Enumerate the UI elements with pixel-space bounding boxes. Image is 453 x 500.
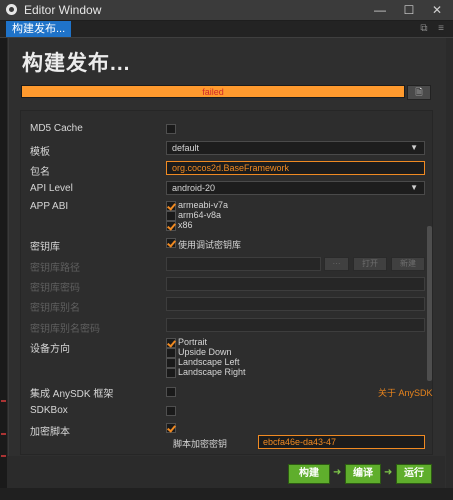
new-keystore-button[interactable]: 新建 <box>391 257 425 271</box>
browse-button[interactable]: ··· <box>324 257 349 271</box>
build-status-text: failed <box>202 87 224 97</box>
template-select[interactable]: default ▼ <box>166 141 425 155</box>
abi-x86-checkbox[interactable] <box>166 221 176 231</box>
orientation-portrait-label: Portrait <box>178 337 208 347</box>
keystore-path-input[interactable] <box>166 257 321 271</box>
orientation-portrait-checkbox[interactable] <box>166 338 176 348</box>
orientation-landscape-right-label: Landscape Right <box>178 367 246 377</box>
close-icon[interactable]: ✕ <box>429 2 445 18</box>
orientation-upside-down-label: Upside Down <box>178 347 232 357</box>
menu-icon[interactable]: ≡ <box>434 22 448 36</box>
encrypt-script-checkbox[interactable] <box>166 423 176 433</box>
api-level-label: API Level <box>30 183 73 194</box>
abi-armeabi-v7a-label: armeabi-v7a <box>178 200 229 210</box>
window-title: Editor Window <box>24 3 102 17</box>
build-progress-bar: failed <box>21 85 405 98</box>
script-key-label: 脚本加密密钥 <box>173 439 228 449</box>
orientation-label: 设备方向 <box>30 344 70 355</box>
abi-x86-label: x86 <box>178 220 193 230</box>
orientation-landscape-right-checkbox[interactable] <box>166 368 176 378</box>
api-level-select[interactable]: android-20 ▼ <box>166 181 425 195</box>
arrow-right-icon: ➜ <box>333 467 342 478</box>
keystore-alias-password-label: 密钥库别名密码 <box>30 324 100 335</box>
dropdown-arrow-icon: ▼ <box>410 143 418 152</box>
maximize-icon[interactable]: ☐ <box>401 2 417 18</box>
editor-edge <box>0 38 7 500</box>
arrow-right-icon: ➜ <box>384 467 393 478</box>
debug-keystore-checkbox[interactable] <box>166 238 176 248</box>
error-mark <box>1 400 6 402</box>
editor-bottom-strip <box>0 488 453 500</box>
template-value: default <box>172 143 200 153</box>
keystore-alias-label: 密钥库别名 <box>30 303 80 314</box>
folder-icon: 🗎 <box>415 87 423 97</box>
app-abi-label: APP ABI <box>30 201 69 212</box>
tab-build[interactable]: 构建发布... <box>6 21 72 37</box>
md5-cache-checkbox[interactable] <box>166 124 176 134</box>
abi-arm64-v8a-label: arm64-v8a <box>178 210 222 220</box>
dropdown-arrow-icon: ▼ <box>410 183 418 192</box>
keystore-alias-input[interactable] <box>166 297 425 311</box>
anysdk-label: 集成 AnySDK 框架 <box>30 389 114 400</box>
sdkbox-checkbox[interactable] <box>166 406 176 416</box>
orientation-landscape-left-checkbox[interactable] <box>166 358 176 368</box>
abi-armeabi-v7a-checkbox[interactable] <box>166 201 176 211</box>
script-key-input[interactable]: ebcfa46e-da43-47 <box>258 435 425 449</box>
keystore-alias-password-input[interactable] <box>166 318 425 332</box>
template-label: 模板 <box>30 147 50 158</box>
api-level-value: android-20 <box>172 183 216 193</box>
package-input[interactable]: org.cocos2d.BaseFramework <box>166 161 425 175</box>
keystore-path-label: 密钥库路径 <box>30 263 80 274</box>
about-anysdk-link[interactable]: 关于 AnySDK <box>378 386 433 399</box>
keystore-password-label: 密钥库密码 <box>30 283 80 294</box>
encrypt-script-label: 加密脚本 <box>30 427 70 438</box>
abi-arm64-v8a-checkbox[interactable] <box>166 211 176 221</box>
page-title: 构建发布... <box>22 52 131 75</box>
build-button[interactable]: 构建 <box>288 464 330 484</box>
package-label: 包名 <box>30 167 50 178</box>
minimize-icon[interactable]: — <box>372 2 388 18</box>
orientation-upside-down-checkbox[interactable] <box>166 348 176 358</box>
debug-keystore-label: 使用调试密钥库 <box>178 240 242 250</box>
error-mark <box>1 433 6 435</box>
sdkbox-label: SDKBox <box>30 405 68 416</box>
open-folder-button[interactable]: 🗎 <box>407 85 431 100</box>
app-icon <box>6 4 17 15</box>
orientation-landscape-left-label: Landscape Left <box>178 357 240 367</box>
keystore-password-input[interactable] <box>166 277 425 291</box>
anysdk-checkbox[interactable] <box>166 387 176 397</box>
popout-icon[interactable]: ⧉ <box>417 22 431 36</box>
open-keystore-button[interactable]: 打开 <box>353 257 387 271</box>
error-mark <box>1 455 6 457</box>
run-button[interactable]: 运行 <box>396 464 432 484</box>
md5-cache-label: MD5 Cache <box>30 123 83 134</box>
compile-button[interactable]: 编译 <box>345 464 381 484</box>
keystore-label: 密钥库 <box>30 242 60 253</box>
scrollbar-thumb[interactable] <box>427 226 432 381</box>
